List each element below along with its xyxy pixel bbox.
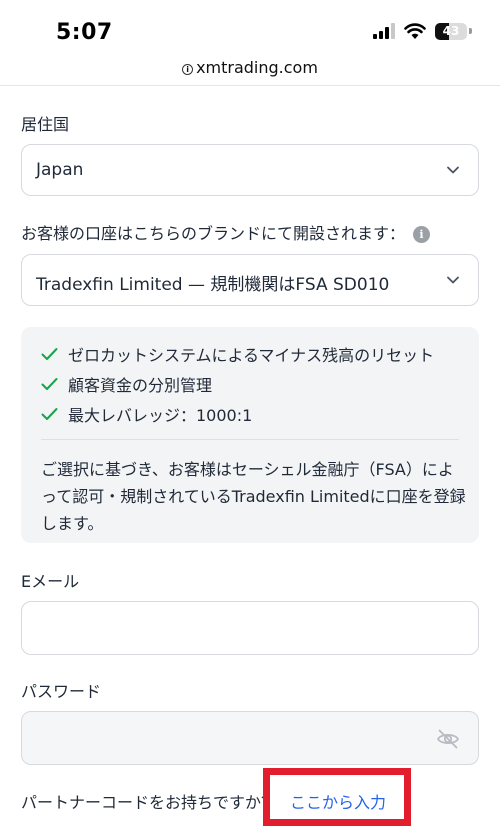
country-label: 居住国 — [21, 115, 70, 134]
feature-item: 最大レバレッジ：1000:1 — [41, 402, 252, 426]
divider — [41, 439, 459, 440]
feature-text: 最大レバレッジ：1000:1 — [68, 406, 253, 425]
status-time: 5:07 — [56, 20, 113, 45]
check-icon — [41, 348, 58, 360]
chevron-down-icon — [447, 276, 459, 284]
info-icon[interactable]: i — [413, 226, 431, 243]
feature-item: 顧客資金の分別管理 — [41, 372, 212, 396]
wifi-icon — [404, 23, 426, 39]
url-bar[interactable]: i xmtrading.com — [0, 58, 500, 86]
registration-note: ご選択に基づき、お客様はセーシェル金融庁（FSA）によって認可・規制されているT… — [41, 460, 466, 533]
brand-label-row: お客様の口座はこちらのブランドにて開設されます： i — [21, 220, 431, 244]
password-field-container — [21, 711, 479, 765]
feature-text: 顧客資金の分別管理 — [68, 376, 213, 395]
feature-text: ゼロカットシステムによるマイナス残高のリセット — [68, 346, 435, 365]
url-text: xmtrading.com — [196, 58, 318, 77]
battery-level: 43 — [442, 24, 460, 38]
check-icon — [41, 378, 58, 390]
brand-select[interactable]: Tradexfin Limited — 規制機関はFSA SD010 — [21, 254, 479, 306]
password-field[interactable] — [22, 712, 478, 764]
brand-info-panel: ゼロカットシステムによるマイナス残高のリセット 顧客資金の分別管理 最大レバレッ… — [21, 327, 479, 543]
country-select-value: Japan — [36, 160, 84, 180]
status-icons: 43 — [373, 22, 472, 40]
status-bar: 5:07 43 — [0, 0, 500, 58]
chevron-down-icon — [447, 166, 459, 174]
eye-off-icon[interactable] — [436, 727, 460, 751]
partner-code-question: パートナーコードをお持ちですか？ — [21, 793, 278, 812]
country-select[interactable]: Japan — [21, 144, 479, 196]
feature-item: ゼロカットシステムによるマイナス残高のリセット — [41, 342, 434, 366]
info-icon: i — [182, 64, 194, 75]
email-field[interactable] — [22, 602, 478, 654]
brand-label: お客様の口座はこちらのブランドにて開設されます： — [21, 224, 406, 243]
check-icon — [41, 408, 58, 420]
signal-icon — [373, 23, 395, 39]
battery-icon: 43 — [435, 22, 472, 40]
highlight-annotation — [263, 768, 411, 826]
password-label: パスワード — [21, 682, 102, 701]
email-label: Eメール — [21, 572, 80, 591]
brand-select-value: Tradexfin Limited — 規制機関はFSA SD010 — [36, 275, 390, 295]
email-field-container — [21, 601, 479, 655]
